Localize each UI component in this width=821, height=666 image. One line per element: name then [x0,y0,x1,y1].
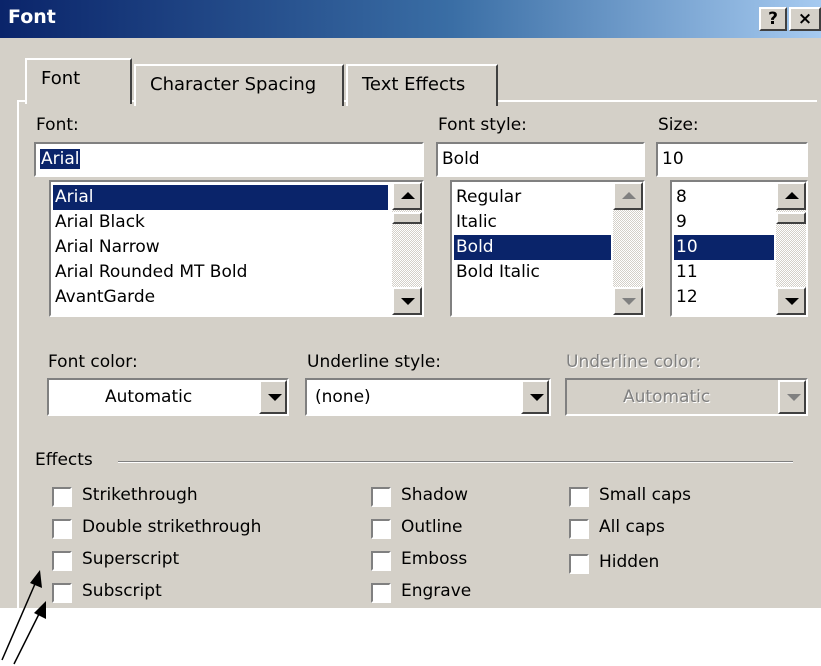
annotation-arrow-subscript [13,601,46,665]
tab-label: Font [41,68,81,89]
tab-font[interactable]: Font [25,58,132,104]
